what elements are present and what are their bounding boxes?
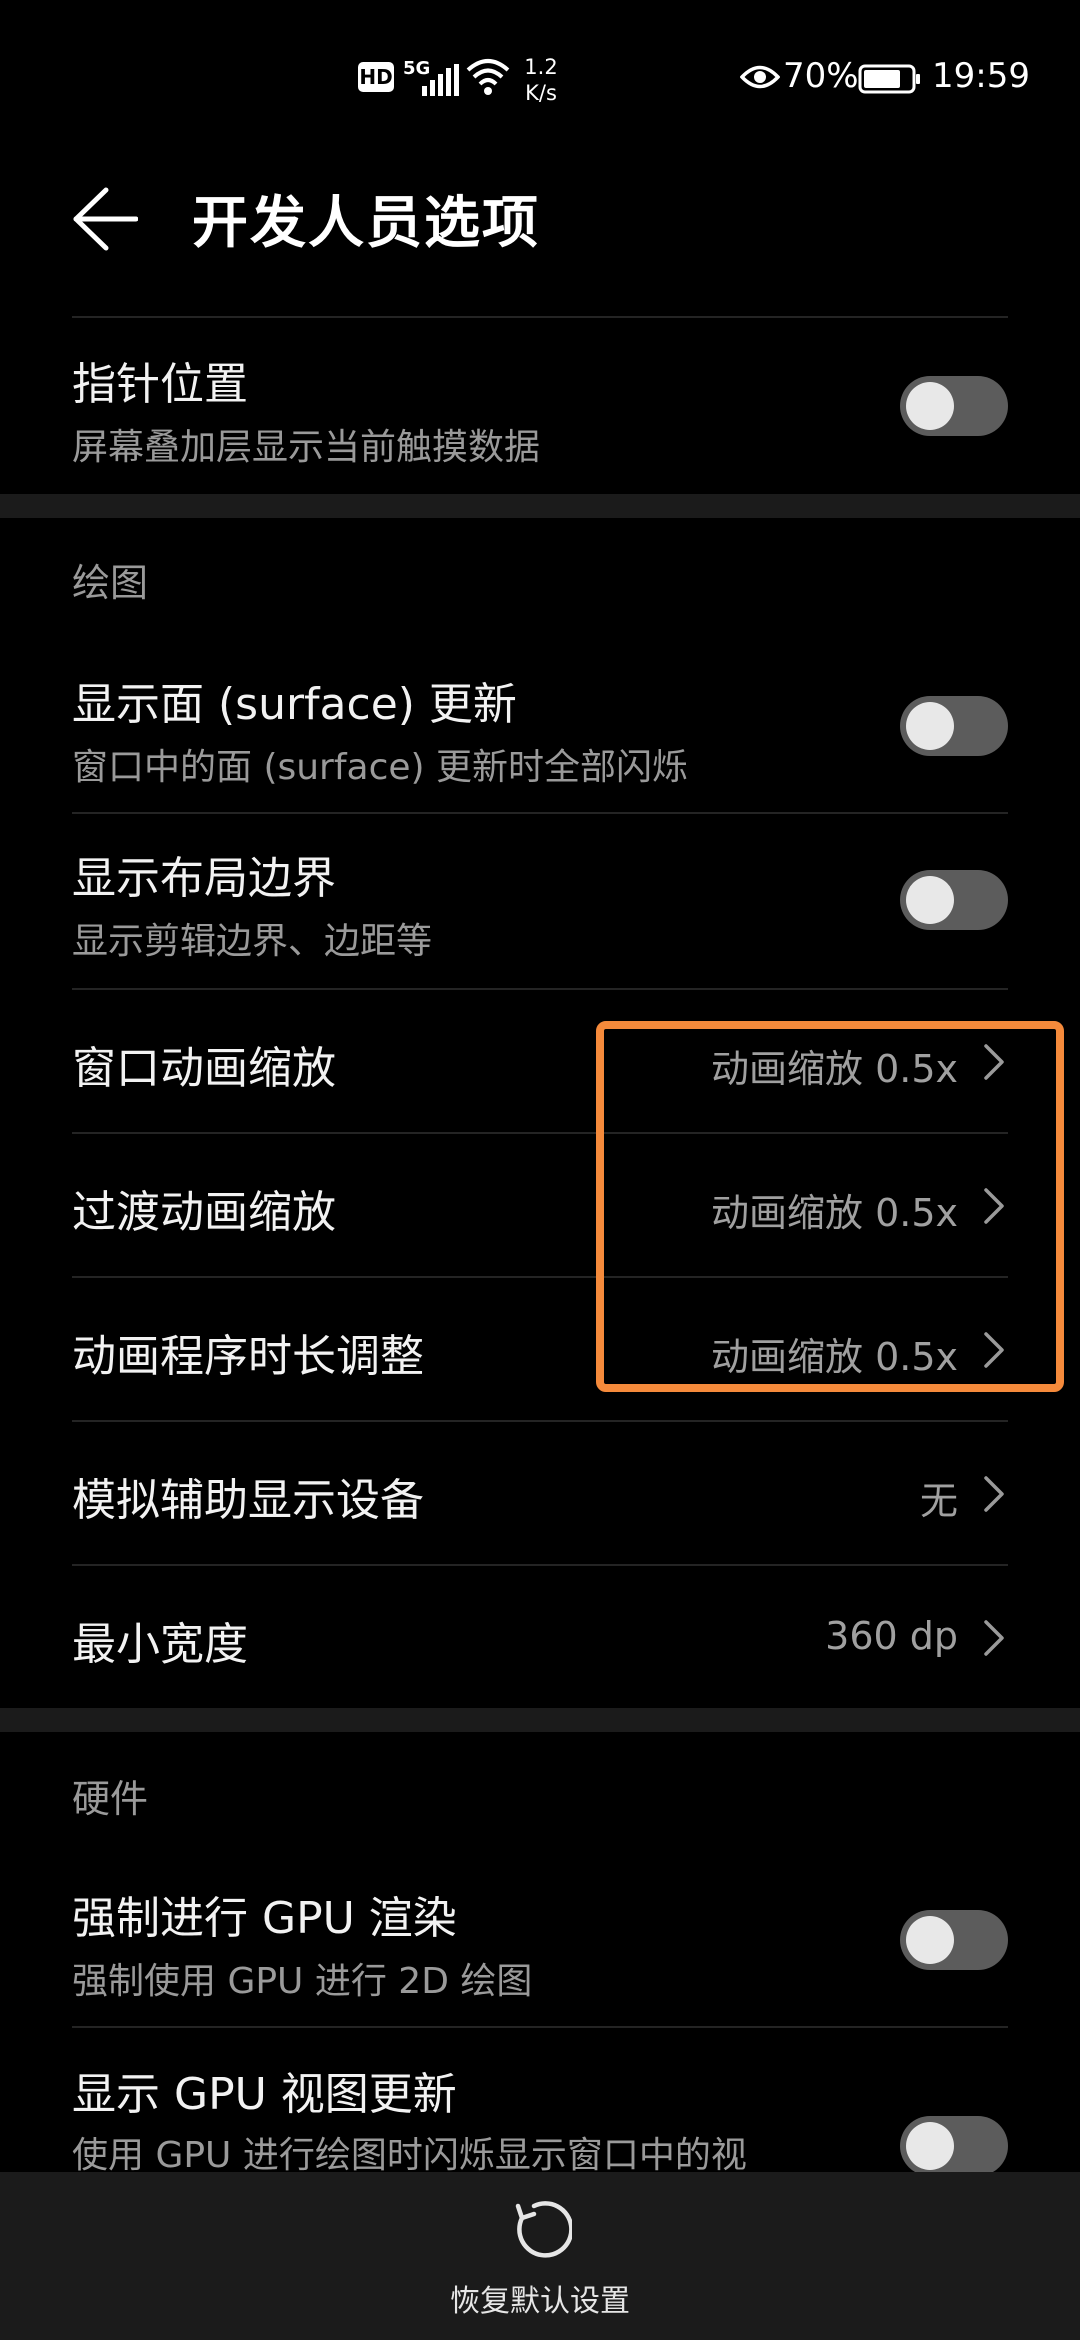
setting-show-gpu-view-updates[interactable]: 显示 GPU 视图更新 使用 GPU 进行绘图时闪烁显示窗口中的视 [0,2028,1080,2172]
setting-title: 指针位置 [72,359,248,410]
setting-title: 显示 GPU 视图更新 [72,2069,457,2120]
speed-value: 1.2 [524,55,558,79]
toggle-knob [906,876,954,924]
setting-title: 窗口动画缩放 [72,1043,336,1094]
section-gap [0,1708,1080,1732]
setting-subtitle: 强制使用 GPU 进行 2D 绘图 [72,1961,533,2002]
setting-subtitle: 窗口中的面 (surface) 更新时全部闪烁 [72,747,689,788]
setting-value: 360 dp [825,1614,958,1658]
back-arrow-icon [73,187,138,251]
setting-title: 过渡动画缩放 [72,1187,336,1238]
toggle-knob [906,2122,954,2170]
setting-subtitle: 显示剪辑边界、边距等 [72,921,433,962]
highlight-annotation-box [596,1021,1064,1392]
bottom-action-bar: 恢复默认设置 [0,2172,1080,2340]
setting-force-gpu-rendering[interactable]: 强制进行 GPU 渲染 强制使用 GPU 进行 2D 绘图 [0,1854,1080,2026]
signal-strength-icon [422,64,459,96]
show-gpu-view-updates-toggle[interactable] [900,2116,1008,2172]
setting-title: 动画程序时长调整 [72,1331,424,1382]
wifi-icon [466,59,510,95]
battery-icon [858,64,920,94]
back-button[interactable] [60,164,150,274]
setting-title: 模拟辅助显示设备 [72,1475,424,1526]
section-label-drawing: 绘图 [72,561,149,605]
setting-title: 强制进行 GPU 渲染 [72,1893,457,1944]
setting-smallest-width[interactable]: 最小宽度 360 dp [0,1566,1080,1708]
hd-badge: HD [358,62,394,92]
chevron-right-icon [984,1476,1004,1512]
speed-unit: K/s [525,81,557,105]
setting-title: 显示布局边界 [72,853,336,904]
eye-comfort-icon [740,65,780,89]
toggle-knob [906,382,954,430]
setting-value: 无 [919,1479,958,1523]
toggle-knob [906,1916,954,1964]
status-bar: HD 5G 1.2 K/s 70% 19:59 [0,0,1080,160]
setting-show-surface-updates[interactable]: 显示面 (surface) 更新 窗口中的面 (surface) 更新时全部闪烁 [0,640,1080,812]
setting-show-layout-bounds[interactable]: 显示布局边界 显示剪辑边界、边距等 [0,814,1080,988]
force-gpu-rendering-toggle[interactable] [900,1910,1008,1970]
chevron-right-icon [984,1620,1004,1656]
show-layout-bounds-toggle[interactable] [900,870,1008,930]
reset-defaults-button[interactable]: 恢复默认设置 [420,2190,660,2330]
reset-label: 恢复默认设置 [450,2284,630,2319]
section-label-hardware: 硬件 [72,1777,149,1821]
pointer-location-toggle[interactable] [900,376,1008,436]
setting-subtitle: 屏幕叠加层显示当前触摸数据 [72,427,541,468]
network-speed: 1.2 K/s [516,54,566,106]
toggle-knob [906,702,954,750]
section-gap [0,494,1080,518]
show-surface-updates-toggle[interactable] [900,696,1008,756]
setting-title: 最小宽度 [72,1619,248,1670]
clock: 19:59 [932,56,1030,96]
page-title: 开发人员选项 [192,191,540,256]
setting-simulate-secondary-display[interactable]: 模拟辅助显示设备 无 [0,1422,1080,1564]
setting-title: 显示面 (surface) 更新 [72,679,517,730]
app-header: 开发人员选项 [0,160,1080,310]
battery-percent: 70% [783,56,859,96]
setting-pointer-location[interactable]: 指针位置 屏幕叠加层显示当前触摸数据 [0,318,1080,494]
reset-icon [515,2201,572,2258]
setting-subtitle: 使用 GPU 进行绘图时闪烁显示窗口中的视 [72,2135,747,2172]
